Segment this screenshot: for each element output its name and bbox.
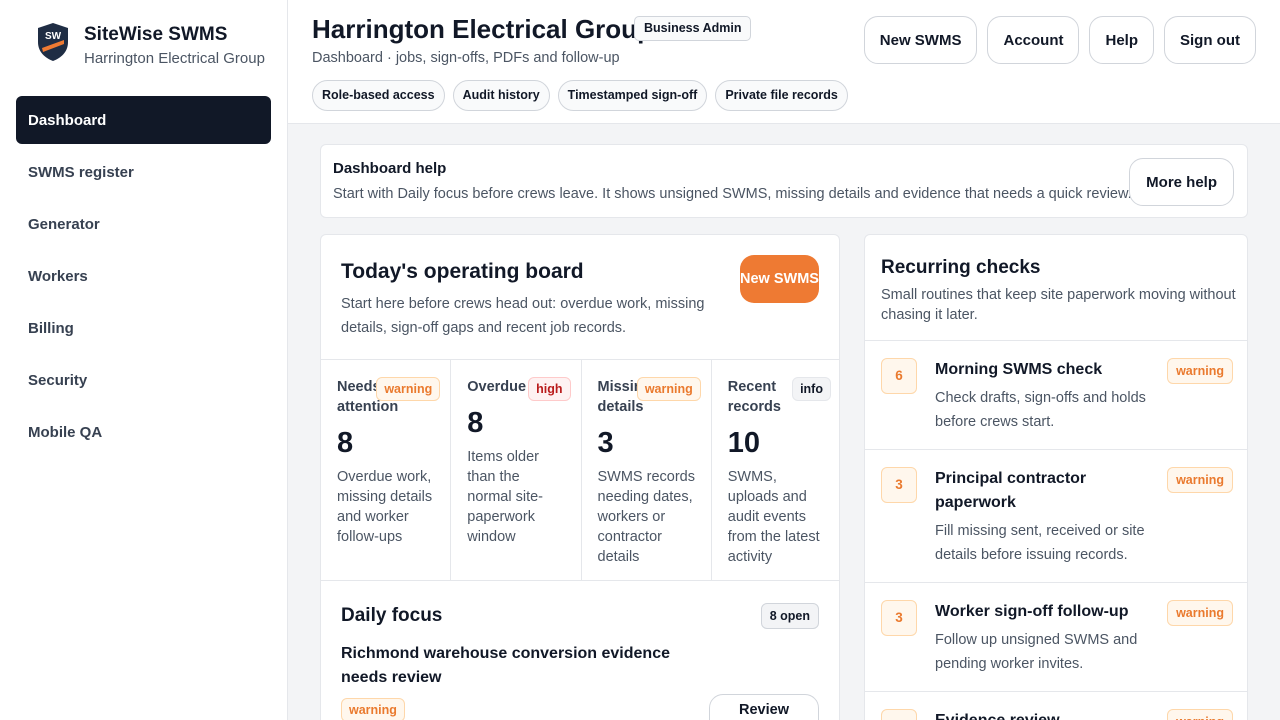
- logo-text: SW: [45, 31, 62, 42]
- sidebar-nav: Dashboard SWMS register Generator Worker…: [16, 96, 271, 460]
- brand[interactable]: SW SiteWise SWMS Harrington Electrical G…: [36, 22, 265, 69]
- check-row-morning-swms[interactable]: 6 Morning SWMS check Check drafts, sign-…: [865, 340, 1247, 449]
- status-badge: warning: [376, 377, 441, 401]
- check-description: Follow up unsigned SWMS and pending work…: [935, 632, 1138, 672]
- check-title: Evidence review: [935, 709, 1155, 720]
- status-badge: warning: [1167, 467, 1233, 493]
- help-title: Dashboard help: [333, 160, 447, 177]
- check-description: Fill missing sent, received or site deta…: [935, 523, 1145, 563]
- check-row-principal-contractor[interactable]: 3 Principal contractor paperwork Fill mi…: [865, 449, 1247, 582]
- sidebar-item-mobile-qa[interactable]: Mobile QA: [16, 408, 271, 456]
- chip-timestamped-sign-off: Timestamped sign-off: [557, 80, 708, 111]
- check-count: [881, 709, 917, 720]
- check-row-evidence-review[interactable]: Evidence review warning: [865, 691, 1247, 720]
- sidebar-item-generator[interactable]: Generator: [16, 200, 271, 248]
- daily-focus-title: Daily focus: [341, 605, 443, 626]
- stat-description: Items older than the normal site-paperwo…: [467, 449, 543, 545]
- stats-grid: Needs attention warning 8 Overdue work, …: [321, 359, 839, 581]
- dashboard-help-banner: Dashboard help Start with Daily focus be…: [320, 144, 1248, 218]
- checks-title: Recurring checks: [881, 257, 1041, 278]
- stat-value: 3: [597, 427, 614, 459]
- help-button[interactable]: Help: [1089, 16, 1154, 64]
- account-button[interactable]: Account: [987, 16, 1080, 64]
- stat-description: SWMS, uploads and audit events from the …: [727, 469, 820, 565]
- sidebar-item-billing[interactable]: Billing: [16, 304, 271, 352]
- check-title: Worker sign-off follow-up: [935, 603, 1129, 620]
- brand-org: Harrington Electrical Group: [84, 50, 265, 67]
- stat-recent-records[interactable]: Recent records info 10 SWMS, uploads and…: [712, 360, 839, 580]
- stat-needs-attention[interactable]: Needs attention warning 8 Overdue work, …: [321, 360, 452, 580]
- status-badge: warning: [636, 377, 701, 401]
- role-badge: Business Admin: [634, 16, 752, 41]
- check-title: Principal contractor paperwork: [935, 470, 1087, 511]
- help-text: Start with Daily focus before crews leav…: [333, 186, 1132, 202]
- check-count: 3: [881, 467, 917, 503]
- operating-board-card: Today's operating board Start here befor…: [320, 234, 840, 720]
- status-badge: warning: [1167, 600, 1233, 626]
- sidebar-item-dashboard[interactable]: Dashboard: [16, 96, 271, 144]
- stat-label: Recent records: [727, 379, 781, 415]
- chip-private-file-records: Private file records: [715, 80, 848, 111]
- status-badge: info: [792, 377, 831, 401]
- board-description: Start here before crews head out: overdu…: [341, 296, 705, 336]
- board-title: Today's operating board: [341, 260, 584, 283]
- review-button[interactable]: Review: [709, 694, 819, 720]
- new-swms-button[interactable]: New SWMS: [863, 16, 978, 64]
- header-actions: New SWMS Account Help Sign out: [863, 16, 1256, 64]
- stat-missing-details[interactable]: Missing details warning 3 SWMS records n…: [582, 360, 712, 580]
- sidebar-item-swms-register[interactable]: SWMS register: [16, 148, 271, 196]
- board-new-swms-button[interactable]: New SWMS: [740, 255, 819, 303]
- stat-description: Overdue work, missing details and worker…: [337, 469, 433, 545]
- check-row-worker-sign-off[interactable]: 3 Worker sign-off follow-up Follow up un…: [865, 582, 1247, 691]
- shield-logo-icon: SW: [38, 23, 68, 61]
- stat-label: Overdue: [467, 379, 527, 395]
- brand-name: SiteWise SWMS: [84, 24, 228, 45]
- check-count: 6: [881, 358, 917, 394]
- stat-overdue[interactable]: Overdue high 8 Items older than the norm…: [451, 360, 582, 580]
- recurring-checks-card: Recurring checks Small routines that kee…: [864, 234, 1248, 720]
- chip-audit-history: Audit history: [452, 80, 550, 111]
- feature-chips: Role-based access Audit history Timestam…: [312, 80, 848, 111]
- daily-focus-count-badge: 8 open: [760, 603, 819, 629]
- check-count: 3: [881, 600, 917, 636]
- check-title: Morning SWMS check: [935, 361, 1103, 378]
- stat-value: 8: [337, 427, 354, 459]
- focus-item-title: Richmond warehouse conversion evidence n…: [341, 645, 670, 686]
- stat-description: SWMS records needing dates, workers or c…: [597, 469, 696, 565]
- sign-out-button[interactable]: Sign out: [1164, 16, 1256, 64]
- sidebar: SW SiteWise SWMS Harrington Electrical G…: [0, 0, 288, 720]
- status-badge: warning: [1167, 358, 1233, 384]
- status-badge: warning: [341, 698, 405, 720]
- status-badge: warning: [1167, 709, 1233, 720]
- page-title: Harrington Electrical Group: [312, 14, 653, 44]
- sidebar-item-workers[interactable]: Workers: [16, 252, 271, 300]
- page-header: Harrington Electrical Group Business Adm…: [288, 0, 1280, 124]
- chip-role-based-access: Role-based access: [312, 80, 445, 111]
- page-subtitle: Dashboard · jobs, sign-offs, PDFs and fo…: [312, 50, 620, 66]
- check-description: Check drafts, sign-offs and holds before…: [935, 390, 1146, 430]
- stat-value: 10: [727, 427, 761, 459]
- checks-description: Small routines that keep site paperwork …: [881, 287, 1236, 323]
- stat-value: 8: [467, 407, 484, 439]
- sidebar-item-security[interactable]: Security: [16, 356, 271, 404]
- status-badge: high: [528, 377, 571, 401]
- more-help-button[interactable]: More help: [1129, 158, 1234, 206]
